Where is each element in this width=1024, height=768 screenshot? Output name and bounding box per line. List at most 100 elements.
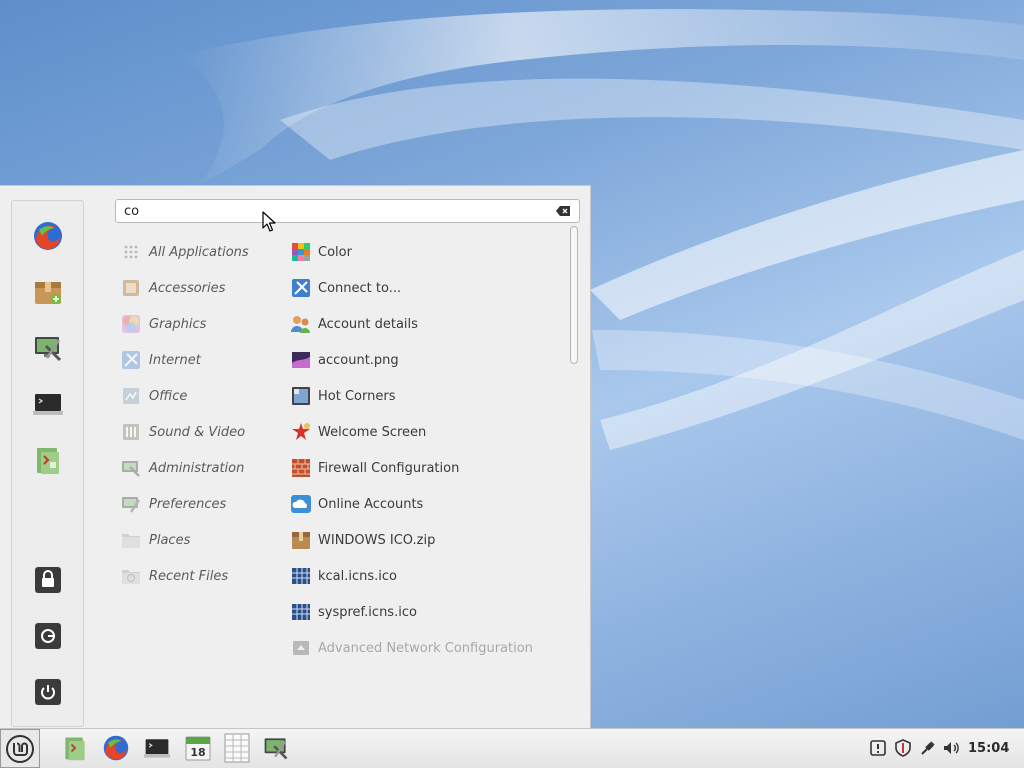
terminal-icon [33, 394, 63, 415]
mint-logo-icon [6, 734, 34, 763]
archive-icon [290, 529, 312, 551]
system-settings-icon [264, 738, 288, 760]
result-kcal-icns-ico[interactable]: kcal.icns.ico [290, 564, 397, 588]
category-label: Preferences [149, 496, 227, 512]
category-label: Accessories [149, 280, 226, 296]
system-settings-icon [35, 337, 62, 362]
taskbar-files[interactable] [60, 733, 90, 763]
category-graphics[interactable]: Graphics [120, 312, 206, 336]
volume-icon [944, 742, 959, 754]
search-box[interactable] [115, 199, 580, 223]
result-hot-corners[interactable]: Hot Corners [290, 384, 395, 408]
tray-network[interactable] [919, 739, 937, 757]
favorite-power[interactable] [30, 674, 66, 710]
terminal-icon [143, 739, 171, 758]
result-label: Welcome Screen [318, 424, 427, 440]
favorite-firefox[interactable] [30, 218, 66, 254]
result-online-accounts[interactable]: Online Accounts [290, 492, 423, 516]
category-label: Graphics [149, 316, 207, 332]
taskbar-spreadsheet[interactable] [222, 733, 252, 763]
taskbar-terminal[interactable] [142, 733, 172, 763]
administration-icon [120, 457, 142, 479]
category-internet[interactable]: Internet [120, 348, 201, 372]
result-account-png[interactable]: account.png [290, 348, 399, 372]
hot-corners-icon [290, 385, 312, 407]
spreadsheet-icon [224, 733, 250, 763]
lock-screen-icon [35, 567, 61, 593]
graphics-icon [120, 313, 142, 335]
category-places[interactable]: Places [120, 528, 190, 552]
clock[interactable]: 15:04 [968, 741, 1009, 756]
network-config-icon [290, 637, 312, 659]
calendar-icon: 18 [185, 736, 211, 761]
software-manager-icon [35, 282, 61, 304]
favorite-system-settings[interactable] [30, 330, 66, 366]
taskbar-calendar[interactable]: 18 [183, 733, 213, 763]
category-recent-files[interactable]: Recent Files [120, 564, 228, 588]
result-welcome-screen[interactable]: Welcome Screen [290, 420, 426, 444]
clear-search-icon[interactable] [556, 206, 570, 216]
category-label: Recent Files [149, 568, 229, 584]
search-input[interactable] [124, 203, 544, 219]
result-label: account.png [318, 352, 399, 368]
result-label: syspref.icns.ico [318, 604, 417, 620]
result-label: Hot Corners [318, 388, 396, 404]
tray-update-manager[interactable] [894, 739, 912, 757]
category-preferences[interactable]: Preferences [120, 492, 226, 516]
firewall-icon [290, 457, 312, 479]
result-label: Advanced Network Configuration [318, 640, 533, 656]
category-sound-video[interactable]: Sound & Video [120, 420, 245, 444]
internet-icon [120, 349, 142, 371]
tray-volume[interactable] [943, 739, 961, 757]
results-scrollbar[interactable] [570, 226, 578, 364]
grid-icon [120, 241, 142, 263]
result-label: kcal.icns.ico [318, 568, 398, 584]
favorites-sidebar [11, 200, 84, 727]
favorite-terminal[interactable] [30, 386, 66, 422]
recent-files-icon [120, 565, 142, 587]
cloud-icon [290, 493, 312, 515]
firefox-icon [103, 735, 129, 761]
sound-video-icon [120, 421, 142, 443]
files-icon [65, 737, 85, 761]
power-icon [35, 679, 61, 705]
ico-file-icon [290, 565, 312, 587]
favorite-software-manager[interactable] [30, 274, 66, 310]
color-icon [290, 241, 312, 263]
notification-icon [870, 740, 886, 756]
application-menu: All Applications Accessories Graphics In… [0, 185, 591, 728]
result-label: WINDOWS ICO.zip [318, 532, 436, 548]
category-accessories[interactable]: Accessories [120, 276, 225, 300]
category-all-applications[interactable]: All Applications [120, 240, 249, 264]
favorite-files[interactable] [30, 442, 66, 478]
result-label: Color [318, 244, 352, 260]
firefox-icon [34, 222, 62, 250]
taskbar: 18 15:04 [0, 728, 1024, 768]
category-label: All Applications [149, 244, 249, 260]
taskbar-system-settings[interactable] [261, 733, 291, 763]
taskbar-firefox[interactable] [101, 733, 131, 763]
category-office[interactable]: Office [120, 384, 187, 408]
category-label: Places [149, 532, 191, 548]
account-icon [290, 313, 312, 335]
result-advanced-network-configuration[interactable]: Advanced Network Configuration [290, 636, 533, 660]
network-plug-icon [921, 741, 935, 755]
result-syspref-icns-ico[interactable]: syspref.icns.ico [290, 600, 417, 624]
result-windows-ico-zip[interactable]: WINDOWS ICO.zip [290, 528, 435, 552]
category-administration[interactable]: Administration [120, 456, 244, 480]
result-label: Online Accounts [318, 496, 424, 512]
result-connect-to[interactable]: Connect to... [290, 276, 401, 300]
folder-icon [120, 529, 142, 551]
result-firewall-configuration[interactable]: Firewall Configuration [290, 456, 459, 480]
image-file-icon [290, 349, 312, 371]
calendar-day: 18 [190, 746, 205, 759]
ico-file-icon [290, 601, 312, 623]
office-icon [120, 385, 142, 407]
favorite-lock-screen[interactable] [30, 562, 66, 598]
tray-notifications[interactable] [869, 739, 887, 757]
menu-button[interactable] [0, 729, 40, 768]
network-icon [290, 277, 312, 299]
favorite-logout[interactable] [30, 618, 66, 654]
result-color[interactable]: Color [290, 240, 352, 264]
result-account-details[interactable]: Account details [290, 312, 418, 336]
